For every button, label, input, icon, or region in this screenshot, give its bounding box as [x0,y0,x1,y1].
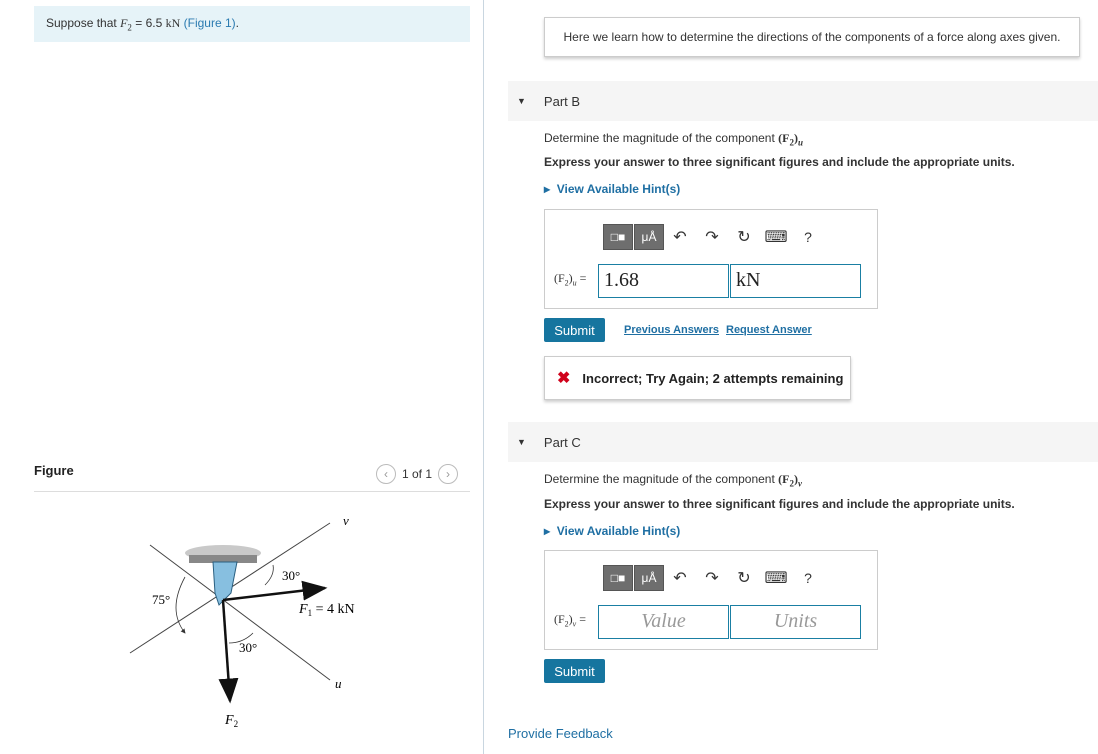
intro-statement: Suppose that F2 = 6.5 kN (Figure 1). [34,6,470,42]
f1-label: F1 = 4 kN [298,602,355,618]
caret-right-icon: ▸ [544,182,551,196]
figure-divider [34,491,470,492]
part-c-answer-label: (F2)v = [554,612,587,629]
figure-pager: ‹ 1 of 1 › [376,464,459,484]
left-panel: Suppose that F2 = 6.5 kN (Figure 1). Fig… [0,0,484,754]
undo-icon[interactable]: ↶ [664,227,696,247]
part-b-question: Determine the magnitude of the component… [544,131,803,148]
part-b-header[interactable]: ▼ Part B [508,81,1098,121]
angle-label-75: 75° [152,592,170,607]
feedback-text: Incorrect; Try Again; 2 attempts remaini… [582,370,844,386]
part-b-hint[interactable]: ▸ View Available Hint(s) [544,182,680,196]
incorrect-feedback: ✖ Incorrect; Try Again; 2 attempts remai… [544,356,851,400]
reset-icon[interactable]: ↻ [728,568,760,588]
prev-figure-button[interactable]: ‹ [376,464,396,484]
part-b-title: Part B [543,93,581,109]
intro-eq: = 6.5 [131,16,166,30]
part-c-answer-box: □■ μÅ ↶ ↷ ↻ ⌨ ? (F2)v = Value Units [544,550,878,650]
keyboard-icon[interactable]: ⌨ [760,568,792,588]
part-c-hint[interactable]: ▸ View Available Hint(s) [544,524,680,538]
f1-arrow [222,580,328,602]
redo-icon[interactable]: ↷ [696,568,728,588]
part-b-answer-box: □■ μÅ ↶ ↷ ↻ ⌨ ? (F2)u = 1.68 kN [544,209,878,309]
f2-arrow [218,599,239,704]
units-button[interactable]: μÅ [634,565,664,591]
request-answer-link[interactable]: Request Answer [726,324,812,336]
intro-unit: kN [165,16,181,30]
collapse-icon: ▼ [517,96,526,106]
part-c-submit-button[interactable]: Submit [544,659,605,683]
undo-icon[interactable]: ↶ [664,568,696,588]
part-b-units-input[interactable]: kN [730,264,861,298]
reset-icon[interactable]: ↻ [728,227,760,247]
hint-text: View Available Hint(s) [556,524,681,538]
keyboard-icon[interactable]: ⌨ [760,227,792,247]
part-c-value-input[interactable]: Value [598,605,729,639]
math-toolbar: □■ μÅ ↶ ↷ ↻ ⌨ ? [603,565,824,591]
next-figure-button[interactable]: › [438,464,459,484]
angle-arc-75 [175,576,186,634]
v-axis-label: v [343,513,349,528]
force-diagram: v u 30° 75° 30° F1 = 4 kN F2 [129,513,355,729]
part-b-instruction: Express your answer to three significant… [544,155,1015,169]
part-b-answer-label: (F2)u = [554,271,587,288]
x-icon: ✖ [557,370,571,387]
u-axis-label: u [335,676,342,691]
help-icon[interactable]: ? [792,229,824,245]
help-icon[interactable]: ? [792,570,824,586]
part-c-title: Part C [543,434,581,450]
provide-feedback-link[interactable]: Provide Feedback [508,726,613,741]
caret-right-icon: ▸ [544,524,551,538]
template-icon[interactable]: □■ [603,565,633,591]
part-c-units-input[interactable]: Units [730,605,861,639]
part-c-header[interactable]: ▼ Part C [508,422,1098,462]
redo-icon[interactable]: ↷ [696,227,728,247]
angle-label-30-top: 30° [282,568,300,583]
angle-label-30-bottom: 30° [239,640,257,655]
part-b-submit-button[interactable]: Submit [544,318,605,342]
f2-label: F2 [224,713,238,729]
units-button[interactable]: μÅ [634,224,664,250]
intro-suffix: . [235,16,239,30]
part-b-value-input[interactable]: 1.68 [598,264,729,298]
template-icon[interactable]: □■ [603,224,633,250]
figure-label: Figure [34,463,74,478]
previous-answers-link[interactable]: Previous Answers [624,324,719,336]
part-c-instruction: Express your answer to three significant… [544,497,1015,511]
part-c-question: Determine the magnitude of the component… [544,472,802,489]
math-toolbar: □■ μÅ ↶ ↷ ↻ ⌨ ? [603,224,824,250]
right-panel: Here we learn how to determine the direc… [484,0,1098,754]
angle-arc-30-top [264,564,274,586]
collapse-icon: ▼ [517,437,526,447]
pager-text: 1 of 1 [402,467,433,481]
figure-link[interactable]: (Figure 1) [184,16,236,30]
hint-text: View Available Hint(s) [556,182,681,196]
learning-goal-banner: Here we learn how to determine the direc… [544,17,1080,57]
intro-text: Suppose that [46,16,121,30]
